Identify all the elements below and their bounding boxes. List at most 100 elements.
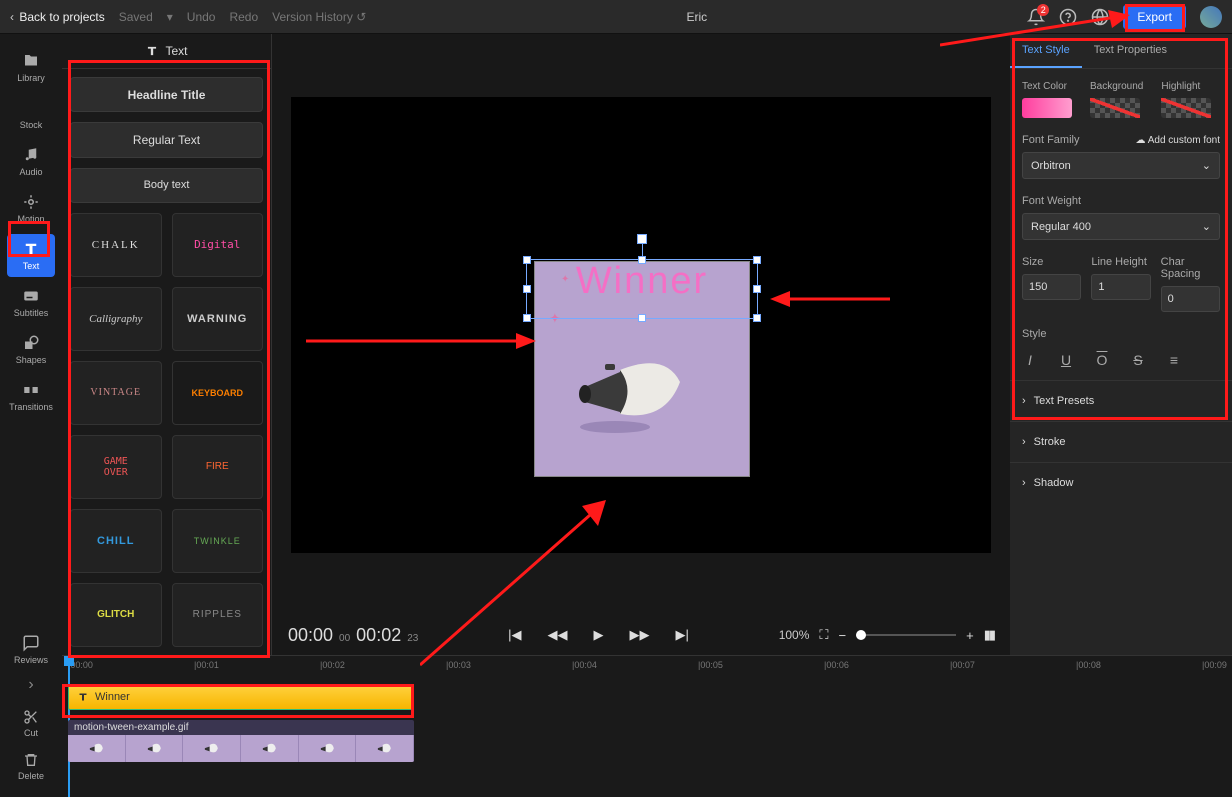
undo-button[interactable]: Undo — [187, 10, 216, 24]
size-input[interactable] — [1022, 274, 1081, 300]
preset-chalk[interactable]: CHALK — [70, 213, 162, 277]
skip-end-icon[interactable]: ▶| — [676, 627, 689, 643]
back-to-projects[interactable]: ‹ Back to projects — [10, 10, 105, 24]
video-track[interactable]: motion-tween-example.gif — [66, 720, 1228, 766]
time-total-frames: 23 — [407, 633, 418, 644]
export-button[interactable]: Export — [1123, 5, 1186, 29]
overline-icon[interactable]: O — [1094, 352, 1110, 368]
label-style: Style — [1022, 328, 1220, 340]
saved-status: Saved — [119, 10, 153, 24]
video-clip-label: motion-tween-example.gif — [68, 720, 414, 735]
label-font-weight: Font Weight — [1022, 195, 1220, 207]
fullscreen-icon[interactable]: ⛶ — [819, 627, 828, 643]
project-title[interactable]: Eric — [366, 10, 1027, 24]
resize-handle[interactable] — [523, 314, 531, 322]
notifications-icon[interactable]: 2 — [1027, 8, 1045, 26]
text-element-selection[interactable]: Winner — [526, 259, 758, 319]
video-clip[interactable]: motion-tween-example.gif — [68, 720, 414, 762]
font-weight-select[interactable]: Regular 400⌄ — [1022, 213, 1220, 240]
fastforward-icon[interactable]: ▶▶ — [630, 627, 650, 643]
language-icon[interactable] — [1091, 8, 1109, 26]
play-icon[interactable]: ▶ — [594, 627, 604, 643]
line-height-input[interactable] — [1091, 274, 1150, 300]
rail-reviews[interactable]: Reviews — [7, 628, 55, 671]
label-size: Size — [1022, 256, 1081, 268]
zoom-percent: 100% — [779, 628, 810, 642]
headline-title-button[interactable]: Headline Title — [70, 77, 263, 112]
version-history-button[interactable]: Version History ↺ — [272, 10, 366, 24]
timeline: |00:00 |00:01 |00:02 |00:03 |00:04 |00:0… — [62, 655, 1232, 797]
label-text-color: Text Color — [1022, 81, 1072, 92]
text-icon — [145, 44, 159, 58]
chevron-down-icon: ⌄ — [1202, 220, 1211, 233]
text-clip[interactable]: Winner — [68, 684, 414, 710]
text-panel-header: Text — [62, 34, 271, 69]
tab-text-properties[interactable]: Text Properties — [1082, 34, 1179, 68]
rail-stock[interactable]: Stock — [7, 93, 55, 136]
redo-button[interactable]: Redo — [229, 10, 258, 24]
regular-text-button[interactable]: Regular Text — [70, 122, 263, 157]
preset-fire[interactable]: FIRE — [172, 435, 264, 499]
delete-button[interactable]: Delete — [18, 752, 44, 781]
italic-icon[interactable]: I — [1022, 352, 1038, 368]
notif-badge: 2 — [1037, 4, 1049, 16]
preset-vintage[interactable]: VINTAGE — [70, 361, 162, 425]
tab-text-style[interactable]: Text Style — [1010, 34, 1082, 68]
text-color-swatch[interactable] — [1022, 98, 1072, 118]
right-panel: Text Style Text Properties Text Color Ba… — [1010, 34, 1232, 655]
rail-audio[interactable]: Audio — [7, 140, 55, 183]
rotate-handle[interactable] — [637, 234, 647, 244]
rail-library[interactable]: Library — [7, 46, 55, 89]
time-current-frames: 00 — [339, 633, 350, 644]
accordion-shadow[interactable]: ›Shadow — [1010, 462, 1232, 503]
rail-text[interactable]: Text — [7, 234, 55, 277]
highlight-swatch[interactable] — [1161, 98, 1211, 118]
rail-subtitles[interactable]: Subtitles — [7, 281, 55, 324]
timeline-ruler[interactable]: |00:00 |00:01 |00:02 |00:03 |00:04 |00:0… — [62, 656, 1232, 678]
font-family-select[interactable]: Orbitron⌄ — [1022, 152, 1220, 179]
preset-digital[interactable]: Digital — [172, 213, 264, 277]
skip-start-icon[interactable]: |◀ — [508, 627, 521, 643]
text-track[interactable]: Winner — [66, 684, 1228, 714]
preset-glitch[interactable]: GLITCH — [70, 583, 162, 647]
preset-warning[interactable]: WARNING — [172, 287, 264, 351]
accordion-text-presets[interactable]: ›Text Presets — [1010, 380, 1232, 421]
add-custom-font[interactable]: ☁ Add custom font — [1136, 135, 1221, 146]
cut-button[interactable]: Cut — [23, 709, 39, 738]
strikethrough-icon[interactable]: S — [1130, 352, 1146, 368]
zoom-slider[interactable] — [856, 634, 956, 636]
preset-gameover[interactable]: GAME OVER — [70, 435, 162, 499]
label-font-family: Font Family — [1022, 134, 1079, 146]
video-stage[interactable]: ✦ ✦ Winner — [291, 97, 991, 553]
preset-calligraphy[interactable]: Calligraphy — [70, 287, 162, 351]
rail-shapes[interactable]: Shapes — [7, 328, 55, 371]
preset-chill[interactable]: CHILL — [70, 509, 162, 573]
label-line-height: Line Height — [1091, 256, 1150, 268]
text-element-value[interactable]: Winner — [527, 260, 757, 303]
canvas-area: ✦ ✦ Winner 00:00 00 00:02 23 — [272, 34, 1010, 655]
saved-menu-caret[interactable]: ▾ — [167, 10, 173, 24]
zoom-in-icon[interactable]: + — [966, 628, 974, 643]
label-highlight: Highlight — [1161, 81, 1211, 92]
help-icon[interactable] — [1059, 8, 1077, 26]
align-icon[interactable]: ≡ — [1166, 352, 1182, 368]
background-swatch[interactable] — [1090, 98, 1140, 118]
underline-icon[interactable]: U — [1058, 352, 1074, 368]
resize-handle[interactable] — [638, 314, 646, 322]
user-avatar[interactable] — [1200, 6, 1222, 28]
accordion-stroke[interactable]: ›Stroke — [1010, 421, 1232, 462]
layout-toggle-icon[interactable]: ▮▮ — [984, 627, 994, 643]
rail-transitions[interactable]: Transitions — [7, 375, 55, 418]
zoom-out-icon[interactable]: − — [839, 628, 847, 643]
preset-twinkle[interactable]: TWINKLE — [172, 509, 264, 573]
chevron-down-icon: ⌄ — [1202, 159, 1211, 172]
char-spacing-input[interactable] — [1161, 286, 1220, 312]
body-text-button[interactable]: Body text — [70, 168, 263, 203]
preset-ripples[interactable]: RIPPLES — [172, 583, 264, 647]
rewind-icon[interactable]: ◀◀ — [548, 627, 568, 643]
resize-handle[interactable] — [753, 314, 761, 322]
collapse-rail-icon[interactable]: › — [21, 675, 41, 695]
topbar: ‹ Back to projects Saved ▾ Undo Redo Ver… — [0, 0, 1232, 34]
preset-keyboard[interactable]: KEYBOARD — [172, 361, 264, 425]
rail-motion[interactable]: Motion — [7, 187, 55, 230]
